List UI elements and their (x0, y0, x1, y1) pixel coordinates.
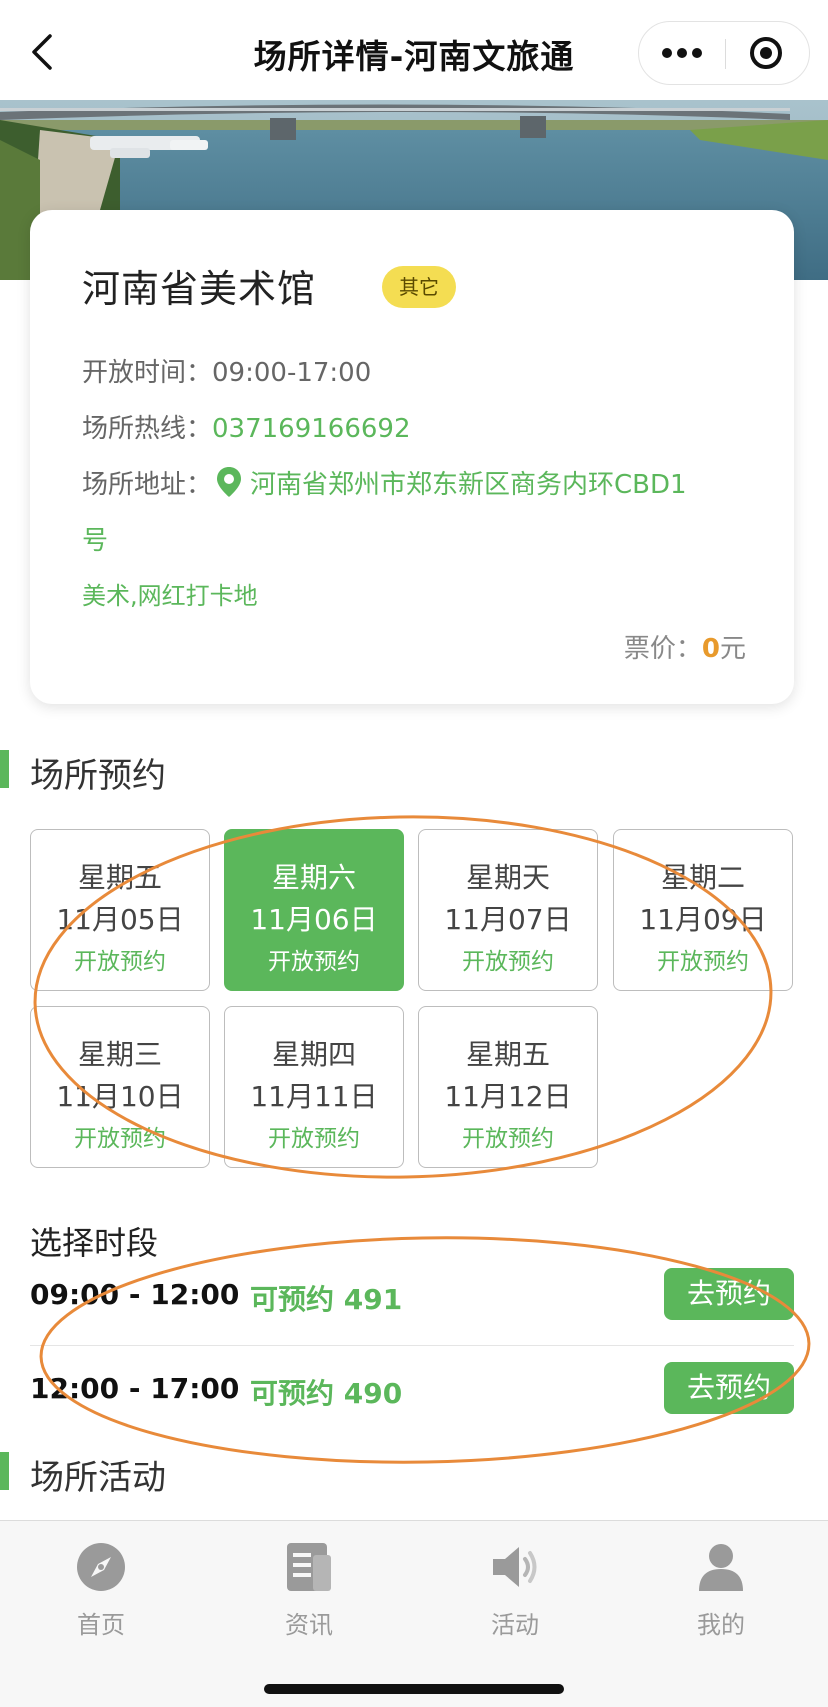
address-label: 场所地址： (82, 470, 213, 500)
news-icon (287, 1543, 331, 1591)
date-status: 开放预约 (268, 1126, 360, 1152)
venue-info-card: 河南省美术馆 其它 开放时间：09:00-17:00 场所热线：03716916… (30, 210, 794, 704)
more-dots-icon[interactable] (639, 22, 725, 84)
venue-name: 河南省美术馆 (82, 267, 317, 311)
date-day: 11月05日 (56, 903, 184, 936)
booking-section-title: 场所预约 (30, 756, 166, 796)
date-option[interactable]: 星期五 11月05日 开放预约 (30, 829, 210, 991)
location-pin-icon[interactable] (216, 466, 242, 498)
date-option[interactable]: 星期天 11月07日 开放预约 (418, 829, 598, 991)
slot-availability: 可预约 490 (250, 1377, 403, 1410)
tab-label: 资讯 (285, 1611, 333, 1639)
date-option[interactable]: 星期三 11月10日 开放预约 (30, 1006, 210, 1168)
date-day: 11月07日 (444, 903, 572, 936)
price-label: 票价： (623, 634, 702, 664)
book-button[interactable]: 去预约 (664, 1268, 794, 1320)
date-status: 开放预约 (268, 949, 360, 975)
tab-activities[interactable]: 活动 (440, 1541, 590, 1651)
date-status: 开放预约 (74, 949, 166, 975)
opening-hours-row: 开放时间：09:00-17:00 (82, 352, 371, 389)
date-status: 开放预约 (74, 1126, 166, 1152)
section-accent-bar (0, 1452, 9, 1490)
date-option[interactable]: 星期二 11月09日 开放预约 (613, 829, 793, 991)
tab-label: 活动 (491, 1611, 539, 1639)
venue-categories: 美术,网红打卡地 (82, 582, 258, 610)
back-icon[interactable] (22, 30, 62, 74)
mini-program-capsule (638, 21, 810, 85)
tab-home[interactable]: 首页 (26, 1541, 176, 1651)
date-weekday: 星期五 (465, 1038, 550, 1071)
time-slot-row: 12:00 - 17:00 可预约 490 去预约 (0, 1346, 828, 1440)
slot-time: 09:00 - 12:00 (30, 1278, 240, 1311)
tab-news[interactable]: 资讯 (234, 1541, 384, 1651)
time-slot-row: 09:00 - 12:00 可预约 491 去预约 (0, 1252, 828, 1346)
date-option[interactable]: 星期四 11月11日 开放预约 (224, 1006, 404, 1168)
date-weekday: 星期五 (77, 861, 162, 894)
ticket-price: 票价：0元 (624, 628, 746, 665)
nav-bar: 场所详情-河南文旅通 (0, 0, 828, 100)
hotline-label: 场所热线： (82, 414, 213, 444)
price-unit: 元 (719, 634, 746, 664)
address-link-cont[interactable]: 号 (82, 526, 108, 556)
price-value: 0 (701, 634, 720, 664)
date-weekday: 星期天 (465, 861, 550, 894)
date-weekday: 星期六 (271, 861, 356, 894)
tab-label: 我的 (697, 1611, 745, 1639)
speaker-icon (493, 1547, 537, 1587)
date-option[interactable]: 星期五 11月12日 开放预约 (418, 1006, 598, 1168)
hotline-row: 场所热线：037169166692 (82, 408, 411, 445)
address-continuation: 号 (82, 520, 108, 557)
date-day: 11月12日 (444, 1080, 572, 1113)
home-indicator (264, 1684, 564, 1694)
date-status: 开放预约 (657, 949, 749, 975)
date-weekday: 星期二 (660, 861, 745, 894)
opening-hours-label: 开放时间： (82, 358, 213, 388)
tab-profile[interactable]: 我的 (646, 1541, 796, 1651)
hotline-link[interactable]: 037169166692 (212, 414, 411, 444)
target-circle-icon[interactable] (726, 22, 810, 84)
compass-icon (77, 1543, 125, 1591)
page-title: 场所详情-河南文旅通 (253, 37, 575, 76)
opening-hours-value: 09:00-17:00 (212, 358, 372, 388)
date-option-selected[interactable]: 星期六 11月06日 开放预约 (224, 829, 404, 991)
date-day: 11月11日 (250, 1080, 378, 1113)
activities-section-title: 场所活动 (30, 1458, 166, 1498)
date-day: 11月06日 (250, 903, 378, 936)
tab-label: 首页 (77, 1611, 125, 1639)
date-weekday: 星期四 (271, 1038, 356, 1071)
date-day: 11月10日 (56, 1080, 184, 1113)
bottom-tab-bar: 首页 资讯 活动 我的 (0, 1520, 828, 1707)
slot-availability: 可预约 491 (250, 1283, 403, 1316)
book-button[interactable]: 去预约 (664, 1362, 794, 1414)
date-day: 11月09日 (639, 903, 767, 936)
section-accent-bar (0, 750, 9, 788)
address-link[interactable]: 河南省郑州市郑东新区商务内环CBD1 (250, 470, 687, 500)
venue-type-tag: 其它 (382, 266, 456, 308)
date-status: 开放预约 (462, 949, 554, 975)
slot-time: 12:00 - 17:00 (30, 1372, 240, 1405)
user-icon (699, 1544, 743, 1591)
date-weekday: 星期三 (77, 1038, 162, 1071)
date-status: 开放预约 (462, 1126, 554, 1152)
address-row: 场所地址： 河南省郑州市郑东新区商务内环CBD1 (82, 464, 687, 501)
